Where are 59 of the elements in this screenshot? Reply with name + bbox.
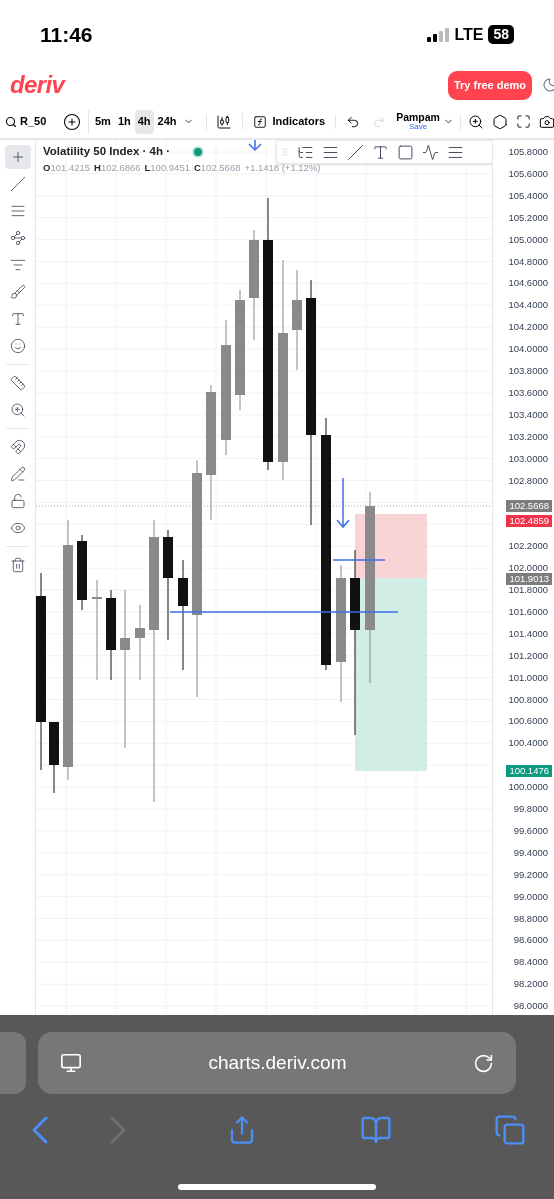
price-tick: 99.0000: [513, 891, 548, 902]
ohlc-value: O101.4215: [43, 161, 90, 176]
price-label: 100.1476: [506, 764, 552, 777]
price-label: 101.9013: [506, 572, 552, 585]
price-tick: 105.8000: [508, 147, 548, 157]
price-tick: 105.6000: [508, 169, 548, 179]
price-tick: 99.2000: [513, 869, 548, 880]
price-tick: 103.2000: [508, 431, 548, 442]
price-tick: 104.6000: [508, 278, 548, 289]
price-tick: 101.2000: [508, 650, 548, 661]
price-label: 102.5668: [506, 500, 552, 513]
price-tick: 102.2000: [508, 541, 548, 551]
price-tick: 103.8000: [508, 366, 548, 376]
price-tick: 98.4000: [513, 957, 548, 968]
symbol-search[interactable]: R_50: [5, 113, 59, 130]
price-tick: 101.4000: [508, 629, 548, 639]
network-type: LTE: [454, 24, 484, 45]
url-text[interactable]: charts.deriv.com: [208, 1048, 347, 1078]
price-tick: 101.0000: [508, 672, 548, 683]
battery-indicator: 58: [488, 25, 514, 44]
template-selector[interactable]: Pampam Save: [396, 112, 454, 131]
price-tick: 105.4000: [508, 191, 548, 201]
price-tick: 100.8000: [508, 694, 548, 705]
price-tick: 104.2000: [508, 322, 548, 332]
price-tick: 104.0000: [508, 344, 548, 354]
price-tick: 104.4000: [508, 300, 548, 311]
price-tick: 98.2000: [513, 979, 548, 989]
timeframe-tab[interactable]: 4h: [134, 109, 154, 134]
indicators-button[interactable]: Indicators: [241, 113, 326, 130]
ohlc-value: L100.9451: [144, 161, 190, 176]
price-tick: 102.0000: [508, 563, 548, 573]
price-tick: 99.8000: [513, 804, 548, 814]
timeframe-tab[interactable]: 24h: [154, 109, 180, 134]
price-tick: 101.6000: [508, 607, 548, 617]
price-tick: 98.8000: [513, 913, 548, 924]
price-tick: 98.0000: [513, 1001, 548, 1011]
ohlc-value: H102.6866: [94, 161, 141, 176]
price-tick: 100.6000: [508, 716, 548, 727]
ohlc-value: C102.5668: [193, 161, 241, 176]
price-tick: 105.0000: [508, 234, 548, 245]
price-label: 102.4859: [506, 514, 552, 527]
price-tick: 103.6000: [508, 388, 548, 398]
price-tick: 100.4000: [508, 738, 548, 749]
chart-title: Volatility 50 Index · 4h ·: [43, 144, 170, 159]
price-tick: 99.6000: [513, 826, 548, 836]
price-tick: 104.8000: [508, 256, 548, 267]
price-tick: 103.4000: [508, 410, 548, 420]
price-change: +1.1418 (+1.12%): [244, 161, 321, 176]
address-bar[interactable]: charts.deriv.com: [38, 1032, 516, 1094]
clock-time: 11:46: [40, 21, 93, 48]
price-tick: 98.6000: [513, 935, 548, 946]
price-tick: 101.8000: [508, 585, 548, 595]
price-tick: 100.0000: [508, 782, 548, 792]
price-tick: 103.0000: [508, 453, 548, 464]
price-tick: 105.2000: [508, 212, 548, 223]
price-tick: 99.4000: [513, 848, 548, 858]
timeframe-tab[interactable]: 1h: [114, 109, 134, 134]
timeframe-tab[interactable]: 5m: [92, 109, 114, 134]
price-tick: 102.8000: [508, 475, 548, 486]
